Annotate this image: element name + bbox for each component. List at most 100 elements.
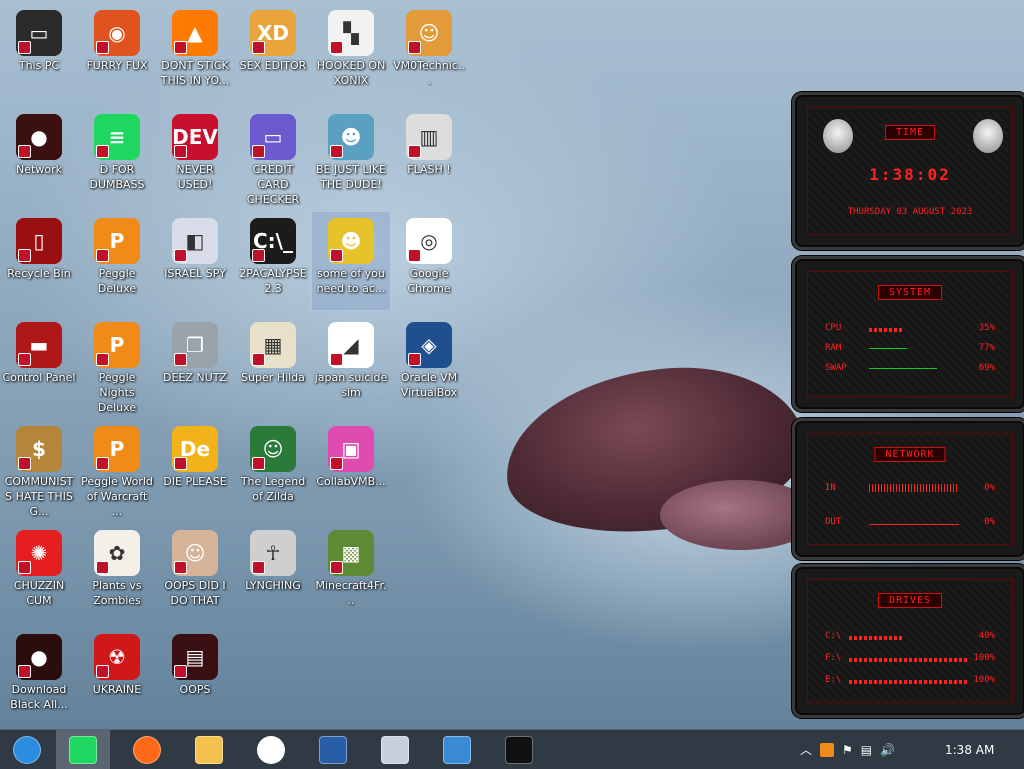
desktop-icon-2pacalypse-2-3[interactable]: C:\_ 2PACALYPSE 2.3 (234, 212, 312, 310)
desktop-icon-furry-fux[interactable]: ◉ FURRY FUX (78, 4, 156, 102)
drive-e-bar (849, 680, 969, 684)
desktop-icon-oops[interactable]: ▤ OOPS (156, 628, 234, 726)
desktop-icon-sex-editor[interactable]: XD SEX EDITOR (234, 4, 312, 102)
shortcut-overlay-icon (330, 145, 343, 158)
desktop-icon-oops-did-i-do-that[interactable]: ☺ OOPS DID I DO THAT (156, 524, 234, 622)
desktop-icon-label: 2PACALYPSE 2.3 (239, 267, 307, 295)
shortcut-overlay-icon (252, 249, 265, 262)
desktop-icon-label: CHUZZIN CUM (13, 579, 65, 607)
minecraft4fr-icon: ▩ (328, 530, 374, 576)
shortcut-overlay-icon (330, 457, 343, 470)
desktop-icon-peggle-world-of-warcraft[interactable]: P Peggle World of Warcraft ... (78, 420, 156, 518)
net-in-graph (869, 484, 959, 492)
vm0technic-icon: ☺ (406, 10, 452, 56)
taskbar-firefox-button[interactable] (120, 730, 174, 769)
desktop-icon-label: LYNCHING (245, 579, 301, 592)
desktop-icon-lynching[interactable]: ☥ LYNCHING (234, 524, 312, 622)
network-tray-icon[interactable]: ▤ (861, 743, 872, 757)
shortcut-overlay-icon (96, 145, 109, 158)
notification-app-icon[interactable] (820, 742, 835, 757)
taskbar-start-orb-button[interactable] (0, 730, 54, 769)
taskbar-clock[interactable]: 1:38 AM (945, 730, 994, 769)
desktop-icon-credit-card-checker[interactable]: ▭ CREDIT CARD CHECKER (234, 108, 312, 206)
desktop-icon-label: Recycle Bin (7, 267, 71, 280)
desktop-icon-minecraft4fr[interactable]: ▩ Minecraft4Fr... (312, 524, 390, 622)
desktop-icon-oracle-vm-virtualbox[interactable]: ◈ Oracle VM VirtualBox (390, 316, 468, 414)
desktop-icon-hooked-on-xonix[interactable]: ▚ HOOKED ON XONIX (312, 4, 390, 102)
widget-date: THURSDAY 03 AUGUST 2023 (847, 207, 973, 217)
net-in-value: 0% (984, 483, 995, 493)
swap-value: 69% (978, 363, 995, 373)
desktop-icon-flash[interactable]: ▥ FLASH ! (390, 108, 468, 206)
desktop-icon-this-pc[interactable]: ▭ This PC (0, 4, 78, 102)
desktop-icon-recycle-bin[interactable]: ▯ Recycle Bin (0, 212, 78, 310)
widget-clock: 1:38:02 (869, 165, 951, 184)
desktop-icon-label: Peggle World of Warcraft ... (81, 475, 153, 518)
desktop-icon-download-black-all[interactable]: ● Download Black All... (0, 628, 78, 726)
desktop-icon-never-used[interactable]: DEV NEVER USED! (156, 108, 234, 206)
ram-row: RAM 77% (825, 343, 995, 357)
volume-icon[interactable]: 🔊 (880, 743, 895, 757)
desktop-icon-collabvmb[interactable]: ▣ CollabVMB... (312, 420, 390, 518)
flash-icon: ▥ (406, 114, 452, 160)
taskbar-file-explorer-button[interactable] (182, 730, 236, 769)
network-icon: ● (16, 114, 62, 160)
flag-icon[interactable]: ⚑ (842, 743, 853, 757)
command-prompt-icon (505, 735, 533, 764)
oops-did-i-do-that-icon: ☺ (172, 530, 218, 576)
shortcut-overlay-icon (96, 41, 109, 54)
drive-c-bar (849, 636, 903, 640)
taskbar-resource-monitor-button[interactable] (368, 730, 422, 769)
shortcut-overlay-icon (330, 41, 343, 54)
desktop-icon-label: UKRAINE (92, 683, 142, 696)
desktop-icon-chuzzin-cum[interactable]: ✺ CHUZZIN CUM (0, 524, 78, 622)
desktop-icon-be-just-like-the-dude[interactable]: ☻ BE JUST LIKE THE DUDE! (312, 108, 390, 206)
net-out-value: 0% (984, 517, 995, 527)
desktop-icon-google-chrome[interactable]: ◎ Google Chrome (390, 212, 468, 310)
shortcut-overlay-icon (18, 145, 31, 158)
desktop-icon-network[interactable]: ● Network (0, 108, 78, 206)
taskbar-spotify-button[interactable] (56, 730, 110, 769)
desktop-icon-vm0technic[interactable]: ☺ VM0Technic... (390, 4, 468, 102)
desktop-icon-label: some of you need to ac... (316, 267, 386, 295)
japan-suicide-sim-icon: ◢ (328, 322, 374, 368)
windows10-icon (443, 735, 471, 764)
shortcut-overlay-icon (96, 457, 109, 470)
desktop-icon-israel-spy[interactable]: ◧ ISRAEL SPY (156, 212, 234, 310)
desktop-icon-plants-vs-zombies[interactable]: ✿ Plants vs Zombies (78, 524, 156, 622)
desktop-icon-japan-suicide-sim[interactable]: ◢ japan suicide sim (312, 316, 390, 414)
desktop-icon-label: CREDIT CARD CHECKER (246, 163, 300, 206)
shortcut-overlay-icon (408, 353, 421, 366)
chevron-up-icon[interactable]: ︿ (800, 741, 812, 758)
desktop-icon-label: DONT STICK THIS IN YO... (160, 59, 230, 87)
desktop-icon-control-panel[interactable]: ▬ Control Panel (0, 316, 78, 414)
desktop-icon-deez-nutz[interactable]: ❐ DEEZ NUTZ (156, 316, 234, 414)
shortcut-overlay-icon (18, 457, 31, 470)
desktop-icon-some-of-you-need-to-ac[interactable]: ☻ some of you need to ac... (311, 211, 391, 311)
desktop-icon-peggle-nights-deluxe[interactable]: P Peggle Nights Deluxe (78, 316, 156, 414)
desktop-icon-the-legend-of-zilda[interactable]: ☺ The Legend of Zilda (234, 420, 312, 518)
shortcut-overlay-icon (96, 665, 109, 678)
desktop-icon-dont-stick-this-in-yo[interactable]: ▲ DONT STICK THIS IN YO... (156, 4, 234, 102)
taskbar-windows10-button[interactable] (430, 730, 484, 769)
cpu-value: 35% (978, 323, 995, 333)
peggle-world-of-warcraft-icon: P (94, 426, 140, 472)
desktop-icon-communists-hate-this-g[interactable]: $ COMMUNISTS HATE THIS G... (0, 420, 78, 518)
time-widget: TIME 1:38:02 THURSDAY 03 AUGUST 2023 (792, 92, 1024, 250)
some-of-you-need-to-ac-icon: ☻ (328, 218, 374, 264)
taskbar-command-prompt-button[interactable] (492, 730, 546, 769)
desktop-icon-label: Oracle VM VirtualBox (400, 371, 458, 399)
shortcut-overlay-icon (252, 561, 265, 574)
taskbar-chrome-button[interactable] (244, 730, 298, 769)
net-out-graph (869, 524, 959, 525)
desktop-icon-d-for-dumbass[interactable]: ≡ D FOR DUMBASS (78, 108, 156, 206)
desktop-icon-peggle-deluxe[interactable]: P Peggle Deluxe (78, 212, 156, 310)
taskbar-virtualbox-button[interactable] (306, 730, 360, 769)
desktop-icon-label: Super Hilda (241, 371, 305, 384)
desktop-icon-super-hilda[interactable]: ▦ Super Hilda (234, 316, 312, 414)
desktop-icon-ukraine[interactable]: ☢ UKRAINE (78, 628, 156, 726)
desktop-icon-label: Peggle Nights Deluxe (97, 371, 137, 414)
desktop-icon-die-please[interactable]: De DIE PLEASE (156, 420, 234, 518)
swap-label: SWAP (825, 363, 847, 373)
drives-widget: DRIVES C:\ 40% F:\ 100% E:\ 100% (792, 564, 1024, 718)
